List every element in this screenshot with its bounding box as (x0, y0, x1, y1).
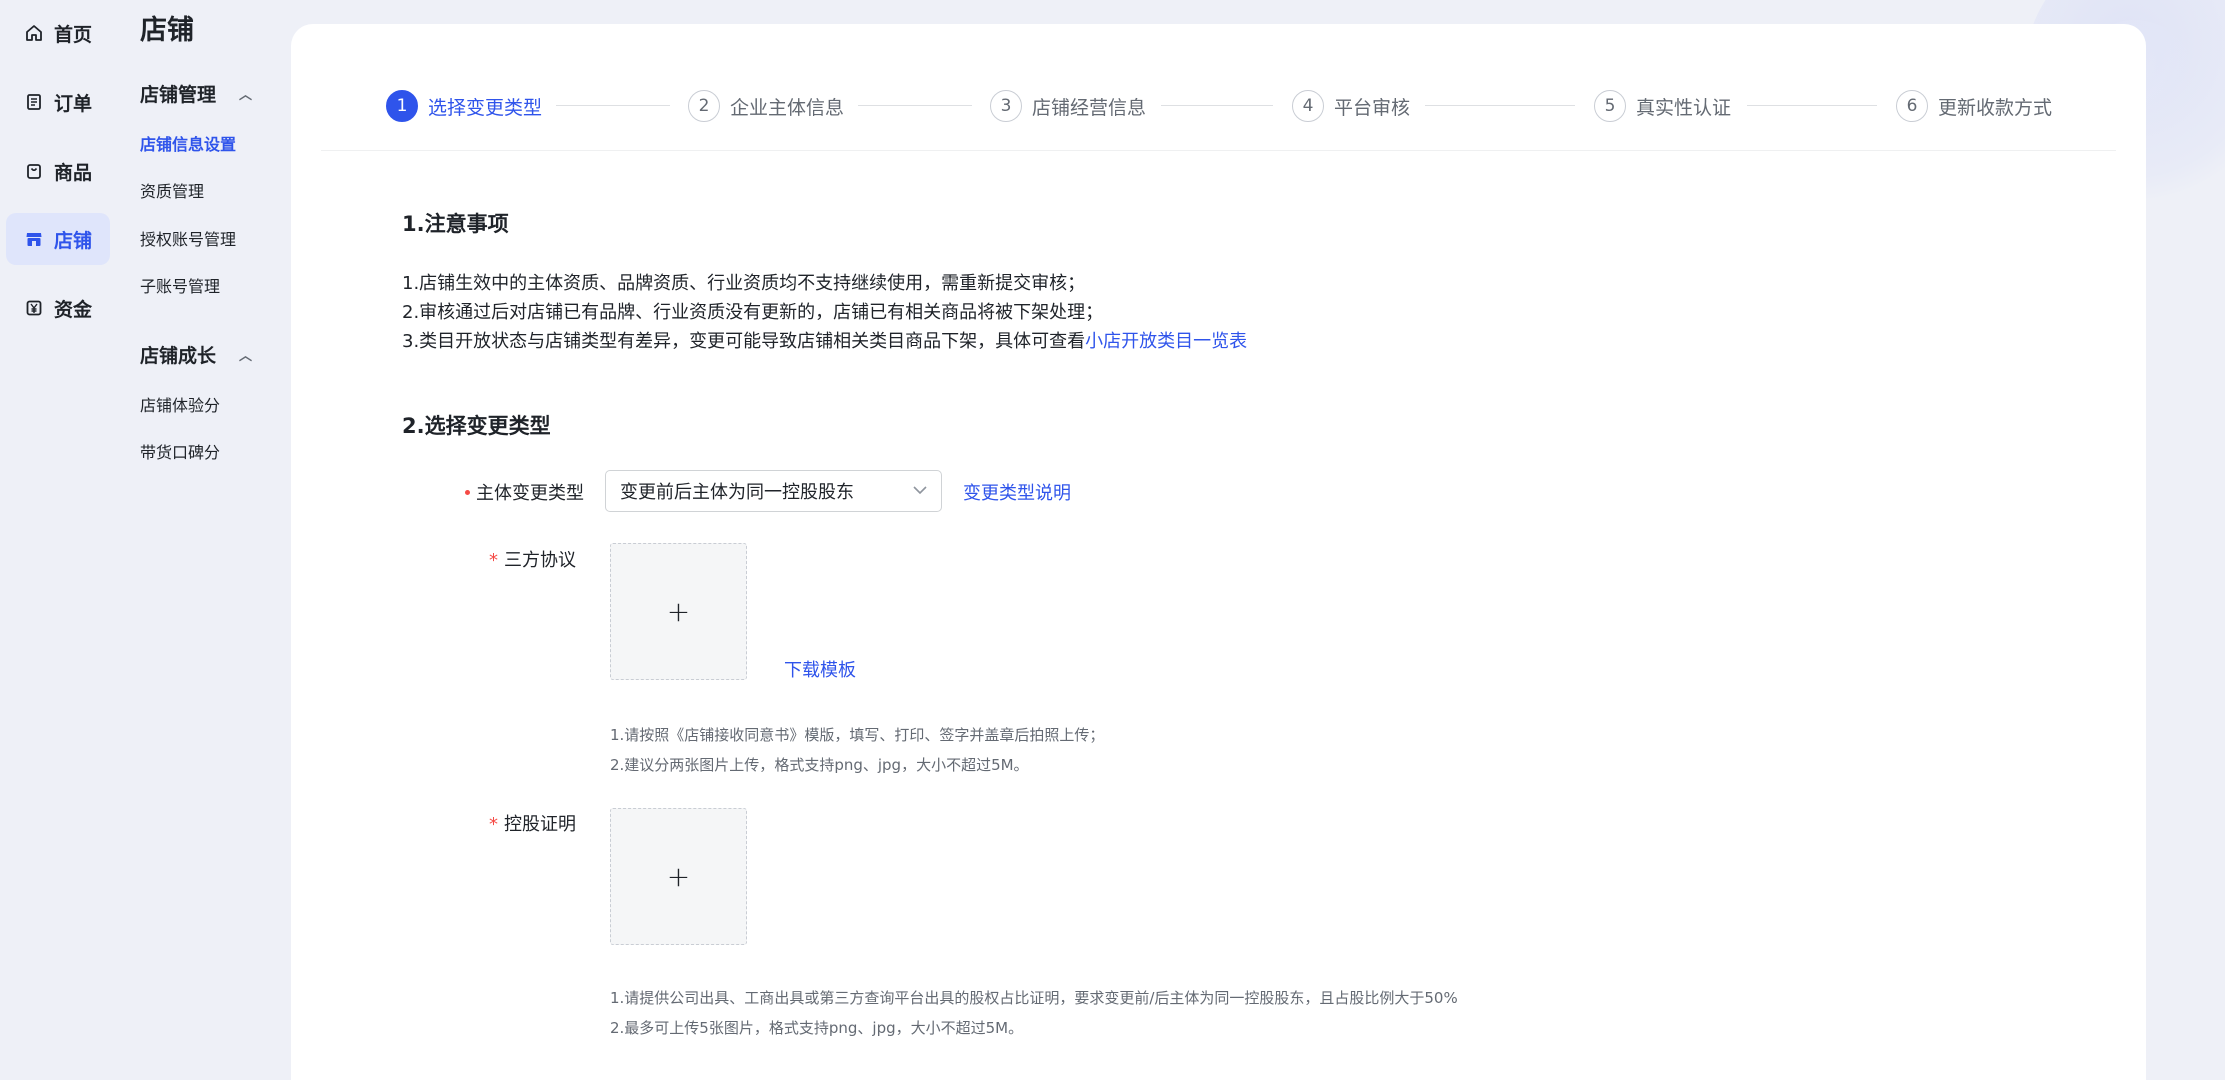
section-title: 店铺 (140, 15, 194, 46)
change-type-select[interactable]: 变更前后主体为同一控股股东 (605, 470, 942, 512)
nav-item-label: 资金 (54, 298, 93, 321)
group-store-management[interactable]: 店铺管理 ︿ (140, 80, 252, 107)
label-text: 控股证明 (504, 814, 576, 835)
nav-item-label: 店铺 (54, 229, 93, 252)
category-list-link[interactable]: 小店开放类目一览表 (1085, 331, 1247, 352)
sub-item-experience-score[interactable]: 店铺体验分 (140, 392, 220, 416)
notice-text: 3.类目开放状态与店铺类型有差异，变更可能导致店铺相关类目商品下架，具体可查看 (402, 331, 1086, 352)
step-connector (556, 105, 670, 106)
step-2: 2 企业主体信息 (688, 88, 844, 124)
nav-item-orders[interactable]: 订单 (6, 76, 110, 128)
required-marker: * (489, 814, 498, 835)
label-text: 主体变更类型 (476, 483, 584, 504)
change-type-title: 2.选择变更类型 (402, 414, 551, 438)
step-1: 1 选择变更类型 (386, 88, 542, 124)
notice-item: 1.店铺生效中的主体资质、品牌资质、行业资质均不支持继续使用，需重新提交审核； (402, 273, 1086, 294)
step-label: 选择变更类型 (428, 96, 543, 119)
upload-hint: 1.请按照《店铺接收同意书》模版，填写、打印、签字并盖章后拍照上传； (610, 726, 1105, 744)
primary-nav: 首页 订单 商品 店铺 资金 (0, 0, 118, 1080)
group-store-growth[interactable]: 店铺成长 ︿ (140, 341, 252, 368)
change-type-label: 主体变更类型 (465, 479, 584, 505)
step-connector (1747, 105, 1877, 106)
holding-proof-label: * 控股证明 (489, 810, 576, 836)
step-label: 平台审核 (1334, 96, 1411, 119)
plus-icon: + (666, 595, 691, 628)
sub-item-sub-accounts[interactable]: 子账号管理 (140, 273, 220, 297)
upload-hint: 2.最多可上传5张图片，格式支持png、jpg，大小不超过5M。 (610, 1019, 1024, 1037)
step-connector (858, 105, 972, 106)
store-icon (24, 229, 44, 249)
step-number: 5 (1594, 90, 1626, 122)
upload-hint: 2.建议分两张图片上传，格式支持png、jpg，大小不超过5M。 (610, 756, 1029, 774)
secondary-nav: 店铺 店铺管理 ︿ 店铺信息设置 资质管理 授权账号管理 子账号管理 店铺成长 … (140, 0, 290, 1080)
nav-item-label: 首页 (54, 23, 93, 46)
yuan-icon (24, 298, 44, 318)
chevron-up-icon: ︿ (238, 88, 252, 103)
order-icon (24, 92, 44, 112)
upload-hint: 1.请提供公司出具、工商出具或第三方查询平台出具的股权占比证明，要求变更前/后主… (610, 989, 1458, 1007)
agreement-upload[interactable]: + (610, 543, 747, 680)
home-icon (24, 23, 44, 43)
stepper: 1 选择变更类型 2 企业主体信息 3 店铺经营信息 4 平台审核 5 真实性认… (386, 88, 2052, 124)
chevron-down-icon (913, 483, 927, 499)
main-card: 1 选择变更类型 2 企业主体信息 3 店铺经营信息 4 平台审核 5 真实性认… (291, 24, 2146, 1080)
step-6: 6 更新收款方式 (1896, 88, 2052, 124)
step-connector (1425, 105, 1575, 106)
bag-icon (24, 161, 44, 181)
download-template-link[interactable]: 下载模板 (784, 656, 856, 682)
notice-item: 2.审核通过后对店铺已有品牌、行业资质没有更新的，店铺已有相关商品将被下架处理； (402, 302, 1104, 323)
change-type-help-link[interactable]: 变更类型说明 (963, 479, 1071, 505)
sub-item-reputation-score[interactable]: 带货口碑分 (140, 439, 220, 463)
step-number: 1 (386, 90, 418, 122)
sub-item-store-info[interactable]: 店铺信息设置 (140, 131, 236, 155)
plus-icon: + (666, 860, 691, 893)
group-title: 店铺成长 (140, 345, 217, 367)
step-label: 企业主体信息 (730, 96, 845, 119)
agreement-label: * 三方协议 (489, 546, 576, 572)
required-marker (465, 489, 470, 495)
divider (321, 150, 2116, 151)
nav-item-label: 订单 (54, 92, 93, 115)
step-number: 4 (1292, 90, 1324, 122)
label-text: 三方协议 (504, 550, 576, 571)
step-5: 5 真实性认证 (1594, 88, 1731, 124)
step-label: 更新收款方式 (1938, 96, 2053, 119)
nav-item-products[interactable]: 商品 (6, 145, 110, 197)
notice-item: 3.类目开放状态与店铺类型有差异，变更可能导致店铺相关类目商品下架，具体可查看小… (402, 327, 1247, 353)
select-value: 变更前后主体为同一控股股东 (620, 482, 854, 503)
notice-title: 1.注意事项 (402, 212, 509, 236)
step-number: 2 (688, 90, 720, 122)
step-label: 店铺经营信息 (1032, 96, 1147, 119)
step-3: 3 店铺经营信息 (990, 88, 1146, 124)
nav-item-label: 商品 (54, 161, 93, 184)
chevron-up-icon: ︿ (238, 349, 252, 364)
step-label: 真实性认证 (1636, 96, 1732, 119)
nav-item-home[interactable]: 首页 (6, 7, 110, 59)
step-4: 4 平台审核 (1292, 88, 1410, 124)
nav-item-store[interactable]: 店铺 (6, 213, 110, 265)
step-number: 6 (1896, 90, 1928, 122)
step-connector (1161, 105, 1273, 106)
step-number: 3 (990, 90, 1022, 122)
required-marker: * (489, 550, 498, 571)
group-title: 店铺管理 (140, 84, 217, 106)
sub-item-qualification[interactable]: 资质管理 (140, 178, 204, 202)
holding-proof-upload[interactable]: + (610, 808, 747, 945)
sub-item-authorized-accounts[interactable]: 授权账号管理 (140, 226, 236, 250)
nav-item-funds[interactable]: 资金 (6, 282, 110, 334)
